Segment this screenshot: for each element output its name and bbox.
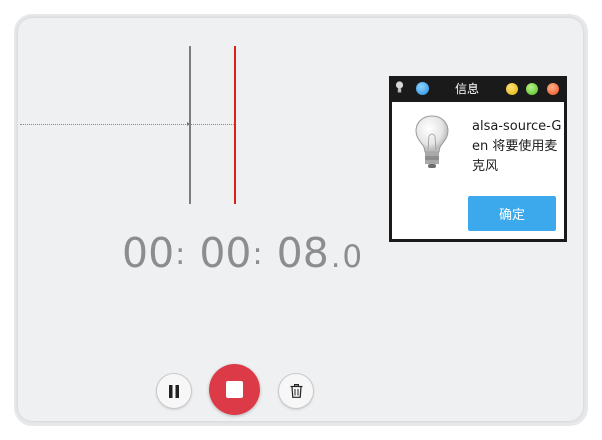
ok-button[interactable]: 确定 (468, 196, 556, 231)
blue-ball-icon[interactable] (416, 82, 429, 95)
maximize-button[interactable] (526, 83, 538, 95)
timer-seconds: 08 (276, 229, 329, 277)
timer-separator: : (175, 237, 186, 272)
minimize-button[interactable] (506, 83, 518, 95)
dialog-titlebar[interactable]: 信息 (389, 76, 567, 102)
stop-button[interactable] (209, 364, 260, 415)
timer-minutes: 00 (199, 229, 252, 277)
close-button[interactable] (547, 83, 559, 95)
lightbulb-icon (415, 115, 449, 168)
pause-button[interactable] (156, 373, 192, 409)
stop-icon (226, 381, 243, 398)
timer-separator: : (252, 237, 263, 272)
elapsed-time: 00: 00: 08.0 (122, 229, 362, 279)
waveform-baseline (20, 124, 234, 125)
lightbulb-icon (395, 81, 404, 93)
dialog-title: 信息 (454, 82, 479, 96)
playhead-line (234, 46, 236, 204)
timer-tenths: 0 (342, 239, 363, 275)
trash-icon (290, 384, 302, 398)
permission-dialog: 信息 alsa-source-Gen 将要使用麦克风 确定 (389, 76, 567, 242)
timer-decimal: . (330, 240, 341, 275)
timer-hours: 00 (122, 229, 175, 277)
delete-button[interactable] (278, 373, 314, 409)
cursor-line (189, 46, 191, 204)
pause-icon (169, 384, 179, 398)
dialog-body: alsa-source-Gen 将要使用麦克风 确定 (392, 102, 564, 239)
dialog-message: alsa-source-Gen 将要使用麦克风 (472, 119, 562, 174)
